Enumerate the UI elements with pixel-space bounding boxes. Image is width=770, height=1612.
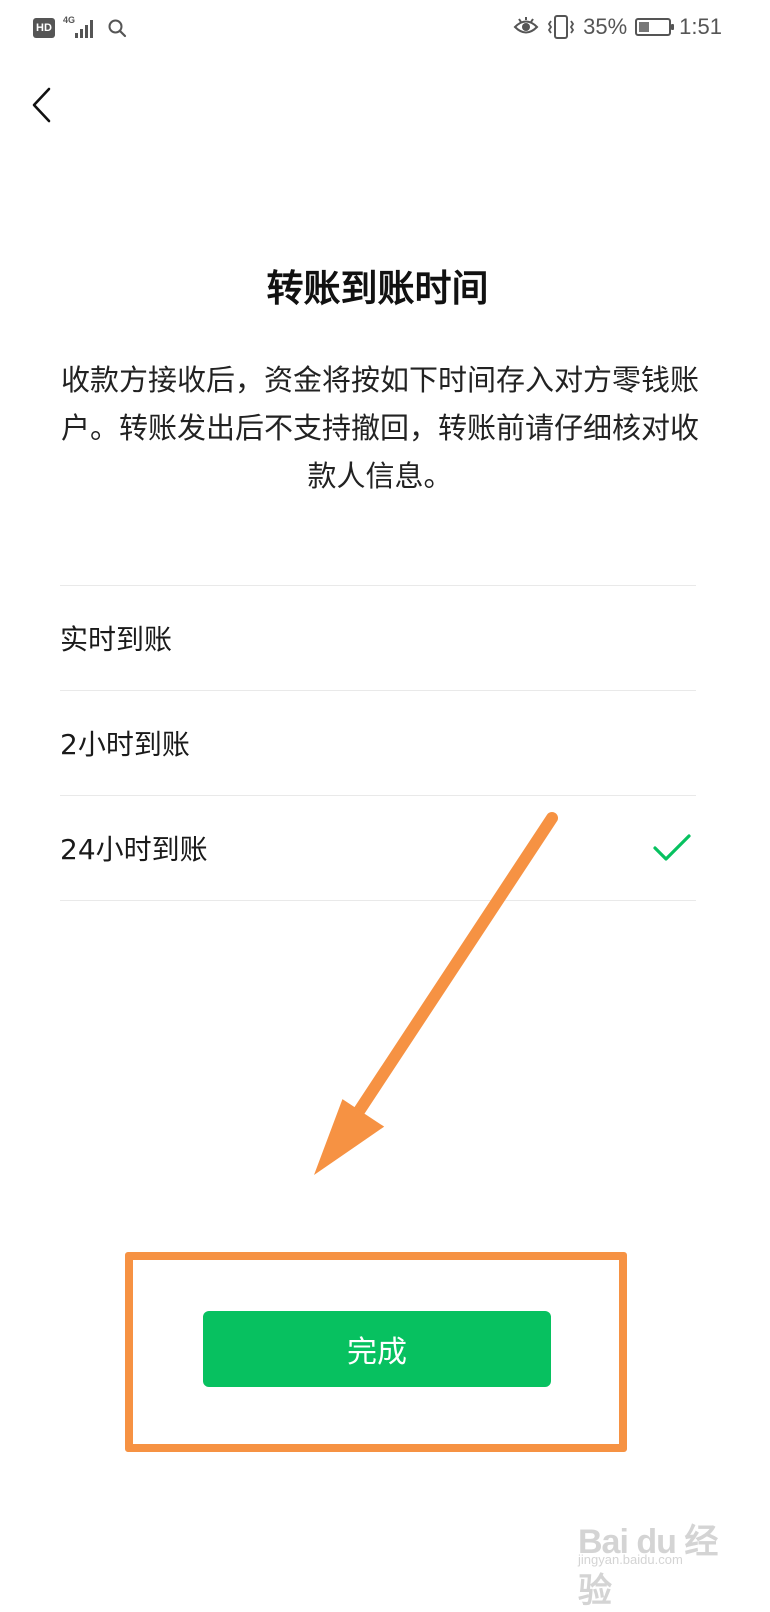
status-bar: HD 4G 35% 1:51 xyxy=(0,0,770,60)
option-label: 24小时到账 xyxy=(60,833,208,866)
chevron-left-icon xyxy=(32,87,51,123)
watermark-url: jingyan.baidu.com xyxy=(578,1552,683,1567)
battery-percent: 35% xyxy=(583,14,628,39)
status-left: HD 4G xyxy=(33,16,127,40)
search-icon xyxy=(108,19,127,38)
option-instant[interactable]: 实时到账 xyxy=(60,586,696,691)
checkmark-icon xyxy=(653,834,691,861)
clock: 1:51 xyxy=(679,14,722,39)
option-label: 2小时到账 xyxy=(60,728,190,761)
option-2-hours[interactable]: 2小时到账 xyxy=(60,691,696,796)
back-button[interactable] xyxy=(22,82,62,128)
transfer-time-options: 实时到账 2小时到账 24小时到账 xyxy=(60,585,696,901)
option-label: 实时到账 xyxy=(60,623,173,656)
eye-icon xyxy=(513,17,539,34)
signal-icon: 4G xyxy=(63,16,99,40)
done-button[interactable]: 完成 xyxy=(203,1311,551,1387)
network-type: 4G xyxy=(63,15,76,25)
battery-icon xyxy=(635,18,675,36)
page-description: 收款方接收后，资金将按如下时间存入对方零钱账户。转账发出后不支持撤回，转账前请仔… xyxy=(60,363,699,493)
hd-icon: HD xyxy=(33,18,55,38)
vibrate-icon xyxy=(548,15,575,39)
status-right: 35% 1:51 xyxy=(513,14,722,40)
page-title: 转账到账时间 xyxy=(266,267,489,310)
option-24-hours[interactable]: 24小时到账 xyxy=(60,796,696,901)
baidu-watermark: Bai du 经验 jingyan.baidu.com xyxy=(578,1512,728,1610)
